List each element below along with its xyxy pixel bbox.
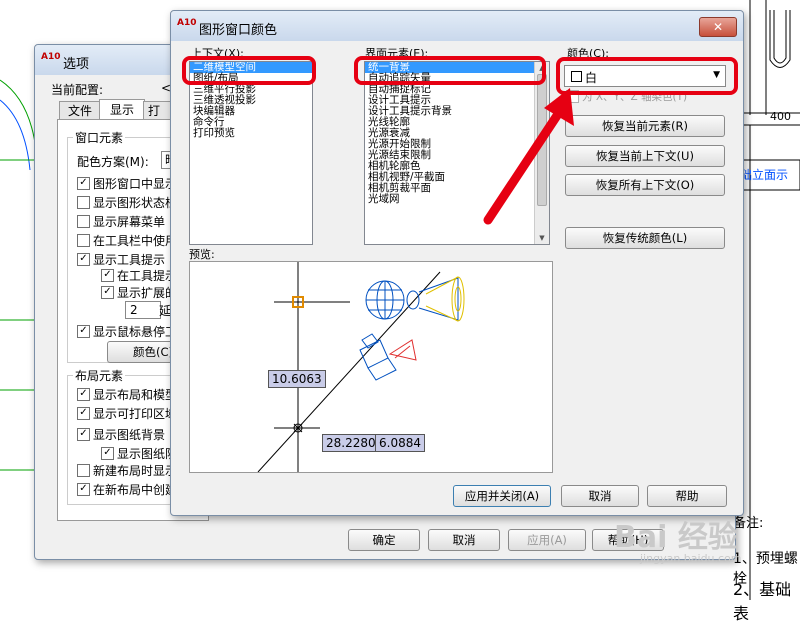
cad-label-note2: 2、基础表 <box>733 580 792 623</box>
cad-label-elevation: 础立面示 <box>740 168 789 182</box>
checkbox-printable-area[interactable]: ✓ <box>77 407 90 420</box>
cad-label-400: 400 <box>770 110 791 123</box>
checkbox-screen-menu[interactable] <box>77 215 90 228</box>
preview-dimension-3: 6.0884 <box>375 434 425 452</box>
checkbox-paper-bg[interactable]: ✓ <box>77 428 90 441</box>
context-list-item[interactable]: 打印预览 <box>190 128 312 139</box>
checkbox-layout-model[interactable]: ✓ <box>77 388 90 401</box>
baidu-watermark: Bai 经验 <box>614 520 738 555</box>
tab-display[interactable]: 显示 <box>99 99 145 120</box>
globe-icon <box>365 280 405 320</box>
checkbox-tooltip-sub[interactable]: ✓ <box>101 269 114 282</box>
preview-area: 10.6063 28.2280 6.0884 <box>189 261 553 473</box>
options-ok-button[interactable]: 确定 <box>348 529 420 551</box>
checkbox-status-bar[interactable] <box>77 196 90 209</box>
label-status-bar: 显示图形状态栏 <box>93 196 178 210</box>
options-title: 选项 <box>63 57 90 72</box>
close-button[interactable]: ✕ <box>699 17 737 37</box>
options-cancel-button[interactable]: 取消 <box>428 529 500 551</box>
label-new-layout-show: 新建布局时显示 <box>93 464 178 478</box>
autocad-icon: A10 <box>177 18 197 28</box>
autocad-icon: A10 <box>41 52 61 62</box>
options-apply-button[interactable]: 应用(A) <box>508 529 586 551</box>
label-new-layout-create: 在新布局中创建 <box>93 483 178 497</box>
colors-dialog-title: 图形窗口颜色 <box>199 23 278 38</box>
checkbox-paper-shadow[interactable]: ✓ <box>101 447 114 460</box>
checkbox-tooltips[interactable]: ✓ <box>77 253 90 266</box>
label-show-in-graphics: 图形窗口中显示 <box>93 177 178 191</box>
label-screen-menu: 显示屏幕菜单 <box>93 215 166 229</box>
context-list[interactable]: 二维模型空间 图纸/布局 三维平行投影 三维透视投影 块编辑器 命令行 打印预览 <box>189 61 313 245</box>
preview-dimension-2: 28.2280 <box>322 434 380 452</box>
delay-input[interactable]: 2 <box>125 301 161 319</box>
label-extended: 显示扩展的 <box>117 286 178 300</box>
label-paper-shadow: 显示图纸阴 <box>117 447 178 461</box>
layout-elements-title: 布局元素 <box>73 367 126 384</box>
checkbox-show-in-graphics[interactable]: ✓ <box>77 177 90 190</box>
preview-dimension-1: 10.6063 <box>268 370 326 388</box>
highlight-context <box>182 56 316 85</box>
current-config-label: 当前配置: <box>51 83 104 97</box>
camera-icon <box>359 333 417 381</box>
checkbox-toolbar-use[interactable] <box>77 234 90 247</box>
red-arrow-icon <box>483 88 574 225</box>
label-tooltips: 显示工具提示 <box>93 253 166 267</box>
label-layout-model: 显示布局和模型 <box>93 388 178 402</box>
cancel-button[interactable]: 取消 <box>561 485 639 507</box>
window-elements-title: 窗口元素 <box>73 129 126 146</box>
tab-files[interactable]: 文件 <box>59 101 101 120</box>
label-toolbar-use: 在工具栏中使用 <box>93 234 178 248</box>
colors-titlebar[interactable]: A10 图形窗口颜色 ✕ <box>171 11 743 41</box>
label-paper-bg: 显示图纸背景 <box>93 428 166 442</box>
color-scheme-label: 配色方案(M): <box>77 155 149 169</box>
label-tooltip-sub: 在工具提示 <box>117 269 178 283</box>
apply-and-close-button[interactable]: 应用并关闭(A) <box>453 485 551 507</box>
help-button[interactable]: 帮助 <box>647 485 727 507</box>
checkbox-extended[interactable]: ✓ <box>101 286 114 299</box>
preview-label: 预览: <box>189 248 215 261</box>
checkbox-mouse-hover[interactable]: ✓ <box>77 325 90 338</box>
checkbox-new-layout-create[interactable]: ✓ <box>77 483 90 496</box>
baidu-watermark-url: jingyan.baidu.com <box>640 552 742 565</box>
label-mouse-hover: 显示鼠标悬停工 <box>93 325 178 339</box>
checkbox-new-layout-show[interactable] <box>77 464 90 477</box>
label-printable-area: 显示可打印区域 <box>93 407 178 421</box>
